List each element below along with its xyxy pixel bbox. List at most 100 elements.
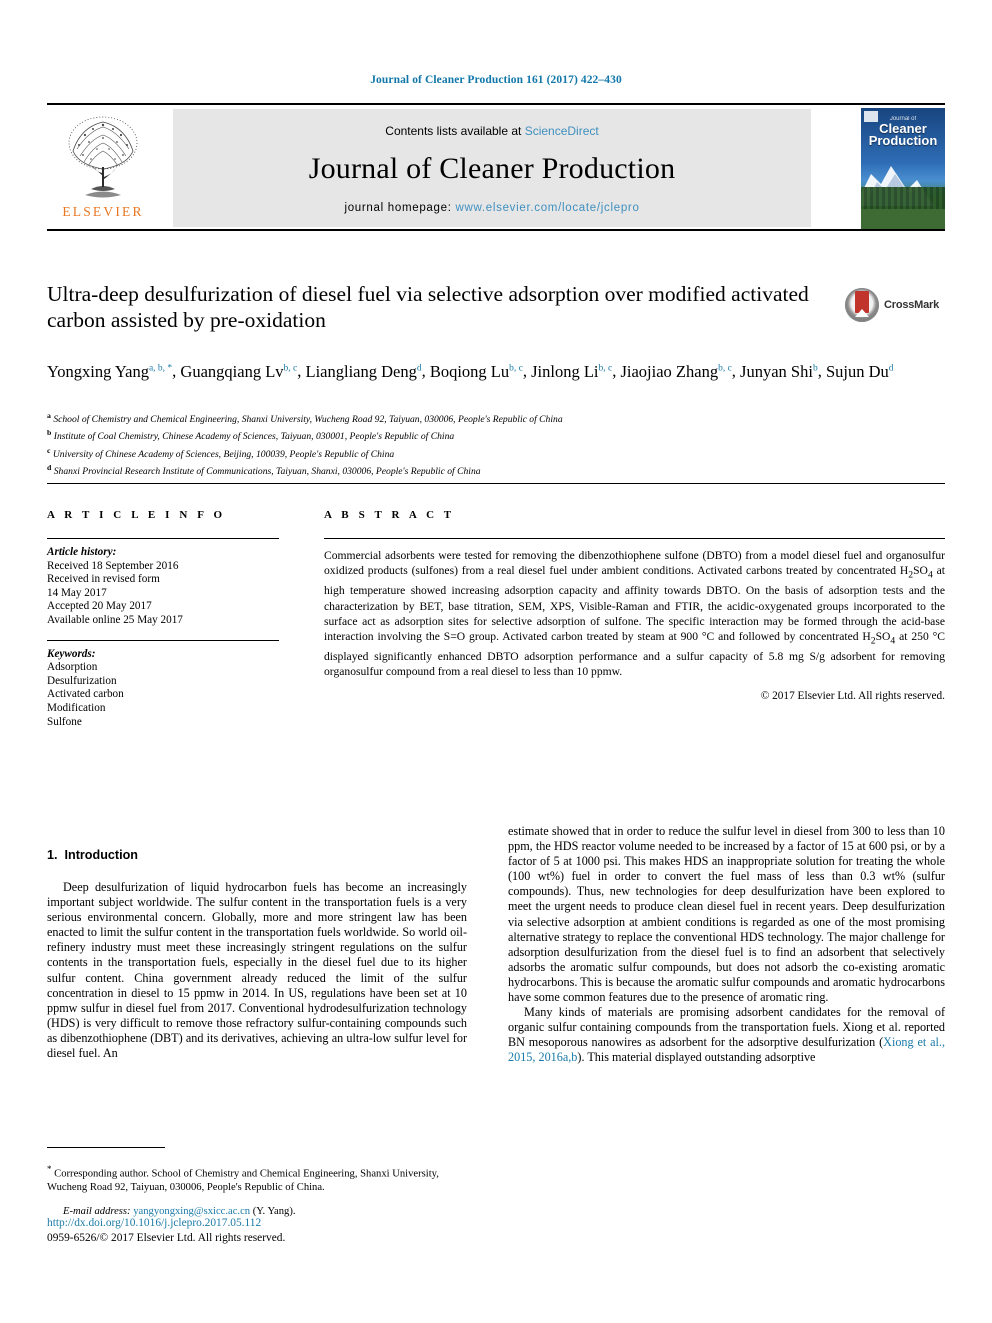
corresponding-author-note: * Corresponding author. School of Chemis… bbox=[47, 1163, 467, 1194]
email-suffix: (Y. Yang). bbox=[252, 1205, 296, 1217]
author-name: Junyan Shi bbox=[740, 361, 813, 381]
history-item: Available online 25 May 2017 bbox=[47, 613, 183, 626]
history-item: Received 18 September 2016 bbox=[47, 559, 179, 572]
author-marks: b bbox=[812, 363, 818, 373]
author-name: Jiaojiao Zhang bbox=[620, 361, 719, 381]
section-heading-introduction: 1. Introduction bbox=[47, 848, 138, 862]
masthead-center: Contents lists available at ScienceDirec… bbox=[173, 109, 811, 227]
journal-title: Journal of Cleaner Production bbox=[308, 152, 676, 185]
affiliation-mark: d bbox=[47, 463, 52, 473]
affiliation-row: c University of Chinese Academy of Scien… bbox=[47, 444, 907, 461]
title-block: Ultra-deep desulfurization of diesel fue… bbox=[47, 281, 837, 333]
page-title: Ultra-deep desulfurization of diesel fue… bbox=[47, 282, 809, 332]
paragraph: estimate showed that in order to reduce … bbox=[508, 824, 945, 1005]
article-info-divider bbox=[47, 538, 279, 539]
abstract-heading: A B S T R A C T bbox=[324, 509, 455, 521]
journal-masthead: ELSEVIER Contents lists available at Sci… bbox=[47, 103, 945, 231]
author-marks: b, c bbox=[718, 363, 732, 373]
article-info-heading: A R T I C L E I N F O bbox=[47, 509, 226, 521]
author-marks: d bbox=[888, 363, 894, 373]
author-name: Liangliang Deng bbox=[305, 361, 417, 381]
author-3: Boqiong Lub, c bbox=[430, 362, 523, 381]
author-name: Boqiong Lu bbox=[429, 361, 510, 381]
sciencedirect-link[interactable]: ScienceDirect bbox=[525, 124, 599, 138]
affiliation-text: Institute of Coal Chemistry, Chinese Aca… bbox=[53, 431, 455, 443]
affiliation-mark: a bbox=[47, 411, 51, 420]
running-head: Journal of Cleaner Production 161 (2017)… bbox=[370, 74, 622, 86]
author-0: Yongxing Yanga, b, * bbox=[47, 362, 172, 381]
corresponding-author-text: Corresponding author. School of Chemistr… bbox=[47, 1168, 439, 1193]
body-column-right: estimate showed that in order to reduce … bbox=[508, 824, 945, 1066]
author-name: Jinlong Li bbox=[531, 361, 599, 381]
keywords-divider bbox=[47, 639, 279, 641]
body-column-left: Deep desulfurization of liquid hydrocarb… bbox=[47, 880, 467, 1061]
author-1: Guangqiang Lvb, c bbox=[180, 362, 297, 381]
doi-link[interactable]: http://dx.doi.org/10.1016/j.jclepro.2017… bbox=[47, 1217, 261, 1229]
affiliation-row: a School of Chemistry and Chemical Engin… bbox=[47, 409, 907, 426]
cover-title: Cleaner Production bbox=[861, 122, 945, 147]
keyword-item: Sulfone bbox=[47, 715, 82, 728]
author-name: Guangqiang Lv bbox=[180, 361, 284, 381]
affiliation-mark: b bbox=[47, 428, 52, 438]
paragraph-pre: Many kinds of materials are promising ad… bbox=[508, 1005, 945, 1050]
author-name: Yongxing Yang bbox=[47, 361, 149, 381]
author-marks: b, c bbox=[598, 363, 613, 373]
author-list: Yongxing Yanga, b, *, Guangqiang Lvb, c,… bbox=[47, 361, 894, 381]
keyword-item: Modification bbox=[47, 701, 106, 714]
history-item: Received in revised form bbox=[47, 573, 160, 586]
journal-homepage-line: journal homepage: www.elsevier.com/locat… bbox=[344, 202, 639, 214]
elsevier-wordmark: ELSEVIER bbox=[62, 204, 144, 219]
affiliation-text: Shanxi Provincial Research Institute of … bbox=[53, 466, 481, 478]
author-7: Sujun Dud bbox=[826, 362, 894, 381]
journal-homepage-link[interactable]: www.elsevier.com/locate/jclepro bbox=[456, 202, 640, 214]
keywords-block: Keywords: Adsorption Desulfurization Act… bbox=[47, 648, 279, 730]
affiliation-row: d Shanxi Provincial Research Institute o… bbox=[47, 461, 907, 478]
keywords-label: Keywords: bbox=[47, 647, 96, 660]
author-6: Junyan Shib bbox=[740, 362, 818, 381]
affiliation-text: School of Chemistry and Chemical Enginee… bbox=[53, 414, 563, 426]
author-marks: d bbox=[416, 363, 422, 373]
history-item: 14 May 2017 bbox=[47, 586, 107, 599]
keyword-item: Adsorption bbox=[47, 661, 98, 674]
author-marks: b, c bbox=[283, 363, 298, 373]
section-title: Introduction bbox=[64, 848, 138, 862]
author-4: Jinlong Lib, c bbox=[531, 362, 612, 381]
author-5: Jiaojiao Zhangb, c bbox=[620, 362, 731, 381]
crossmark-badge[interactable]: CrossMark bbox=[845, 286, 945, 324]
email-label: E-mail address: bbox=[63, 1205, 131, 1217]
journal-cover-thumbnail: Journal of Cleaner Production bbox=[861, 108, 945, 229]
header-divider bbox=[47, 483, 945, 484]
homepage-prefix: journal homepage: bbox=[344, 202, 456, 214]
keyword-item: Activated carbon bbox=[47, 688, 124, 701]
crossmark-label: CrossMark bbox=[884, 299, 940, 311]
contents-prefix: Contents lists available at bbox=[385, 124, 525, 138]
crossmark-icon bbox=[845, 288, 879, 322]
affiliation-row: b Institute of Coal Chemistry, Chinese A… bbox=[47, 426, 907, 443]
author-marks: b, c bbox=[509, 363, 523, 373]
abstract-body: Commercial adsorbents were tested for re… bbox=[324, 549, 945, 679]
cover-trees-graphic bbox=[861, 187, 945, 211]
article-history: Article history: Received 18 September 2… bbox=[47, 546, 279, 628]
history-item: Accepted 20 May 2017 bbox=[47, 600, 152, 613]
affiliation-mark: c bbox=[47, 445, 51, 455]
footnote-block: * Corresponding author. School of Chemis… bbox=[47, 1152, 467, 1218]
paragraph-post: ). This material displayed outstanding a… bbox=[577, 1050, 816, 1065]
author-name: Sujun Du bbox=[825, 361, 889, 381]
cover-field-graphic bbox=[861, 209, 945, 229]
article-first-page: Journal of Cleaner Production 161 (2017)… bbox=[0, 0, 992, 1323]
email-link[interactable]: yangyongxing@sxicc.ac.cn bbox=[133, 1206, 250, 1217]
abstract-panel: A B S T R A C T Commercial adsorbents we… bbox=[324, 509, 945, 702]
author-marks: a, b, * bbox=[148, 363, 173, 373]
author-2: Liangliang Dengd bbox=[306, 362, 422, 381]
doi-block: http://dx.doi.org/10.1016/j.jclepro.2017… bbox=[47, 1216, 477, 1246]
affiliation-text: University of Chinese Academy of Science… bbox=[52, 449, 395, 461]
keyword-item: Desulfurization bbox=[47, 674, 117, 687]
issn-copyright-line: 0959-6526/© 2017 Elsevier Ltd. All right… bbox=[47, 1232, 286, 1244]
paragraph-with-citation: Many kinds of materials are promising ad… bbox=[508, 1005, 945, 1065]
footnote-divider bbox=[47, 1147, 165, 1148]
contents-list-line: Contents lists available at ScienceDirec… bbox=[385, 124, 598, 138]
elsevier-logo: ELSEVIER bbox=[47, 111, 159, 223]
elsevier-tree-icon bbox=[68, 116, 138, 198]
article-history-label: Article history: bbox=[47, 546, 117, 558]
abstract-copyright: © 2017 Elsevier Ltd. All rights reserved… bbox=[760, 689, 945, 702]
